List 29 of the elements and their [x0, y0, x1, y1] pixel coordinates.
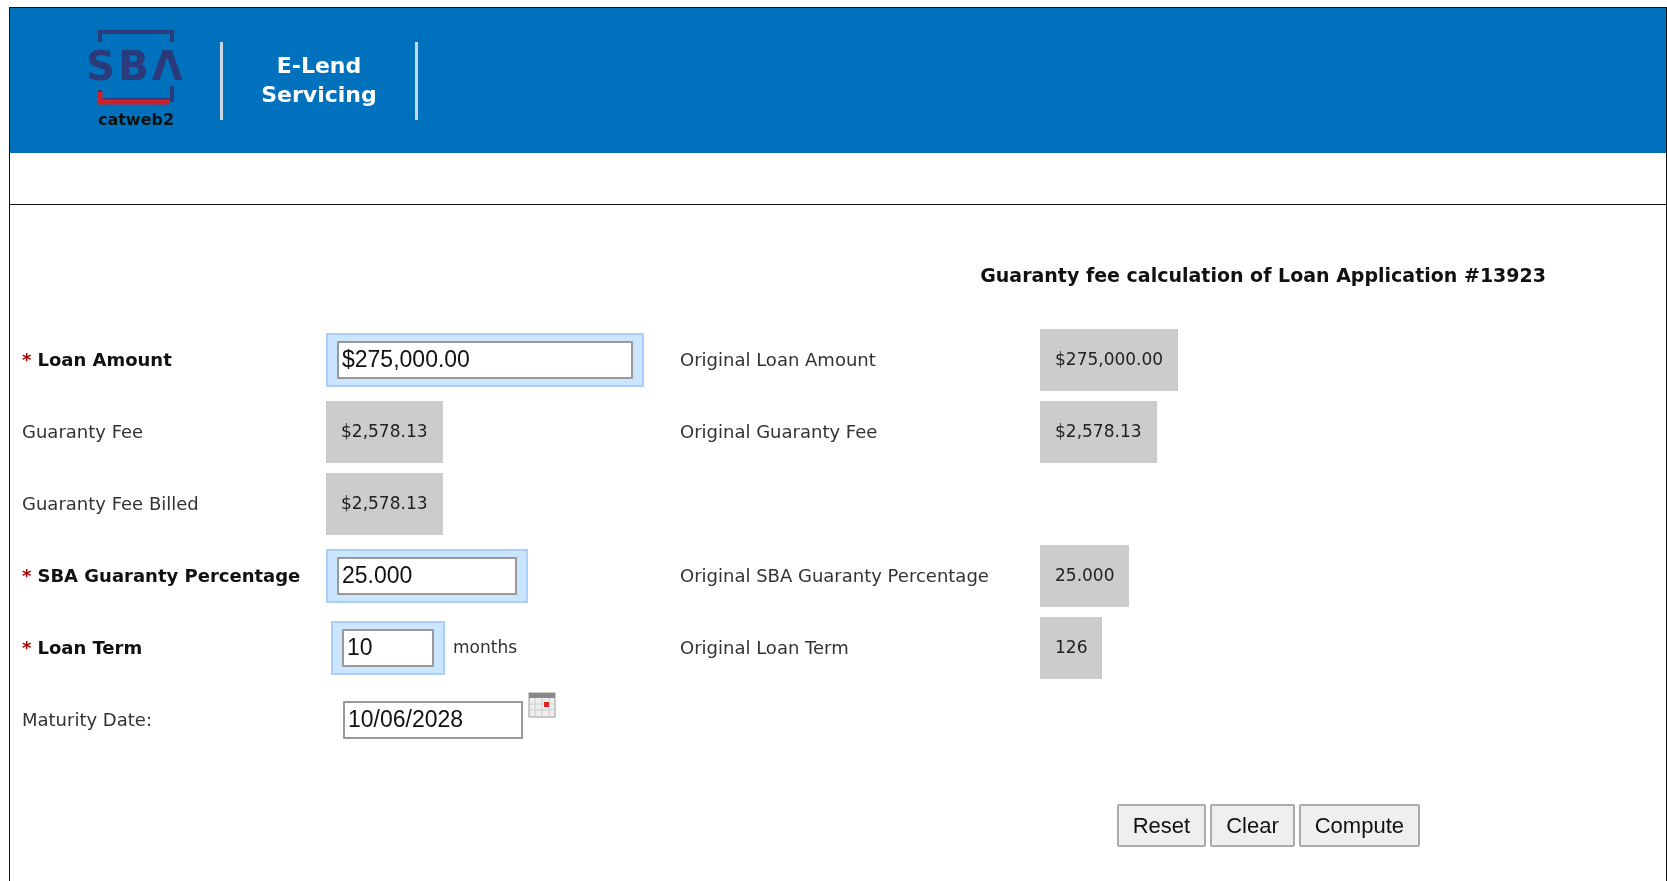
unit-label: months — [453, 635, 518, 659]
input-field[interactable]: 10/06/2028 — [343, 700, 523, 739]
calendar-icon[interactable] — [528, 691, 556, 718]
field-label: * Loan Term — [22, 636, 143, 660]
input-field[interactable]: 10 — [342, 628, 434, 667]
app-title: E-Lend Servicing — [260, 51, 378, 109]
form-button[interactable]: Compute — [1298, 803, 1420, 847]
field-label: Guaranty Fee Billed — [22, 492, 199, 516]
input-field[interactable]: $275,000.00 — [337, 340, 633, 379]
field-label: * SBA Guaranty Percentage — [22, 564, 301, 588]
field-label: Original Loan Term — [680, 636, 849, 660]
readonly-value: $2,578.13 — [1040, 400, 1157, 463]
logo: SBΛ — [86, 29, 186, 106]
readonly-value: $2,578.13 — [326, 472, 443, 535]
form-title: Guaranty fee calculation of Loan Application #13923 — [979, 263, 1547, 288]
form-button[interactable]: Clear — [1210, 803, 1295, 847]
field-label: Original SBA Guaranty Percentage — [680, 564, 989, 588]
readonly-value: $2,578.13 — [326, 400, 443, 463]
field-label: Guaranty Fee — [22, 420, 144, 444]
logo-caption: catweb2 — [97, 108, 175, 131]
input-field[interactable]: 25.000 — [337, 556, 517, 595]
readonly-value: 25.000 — [1040, 544, 1130, 607]
field-label: * Loan Amount — [22, 348, 172, 372]
field-label: Original Guaranty Fee — [680, 420, 878, 444]
readonly-value: 126 — [1040, 616, 1103, 679]
field-label: Maturity Date: — [22, 708, 152, 732]
field-label: Original Loan Amount — [680, 348, 876, 372]
readonly-value: $275,000.00 — [1040, 328, 1179, 391]
form-button[interactable]: Reset — [1116, 803, 1207, 847]
